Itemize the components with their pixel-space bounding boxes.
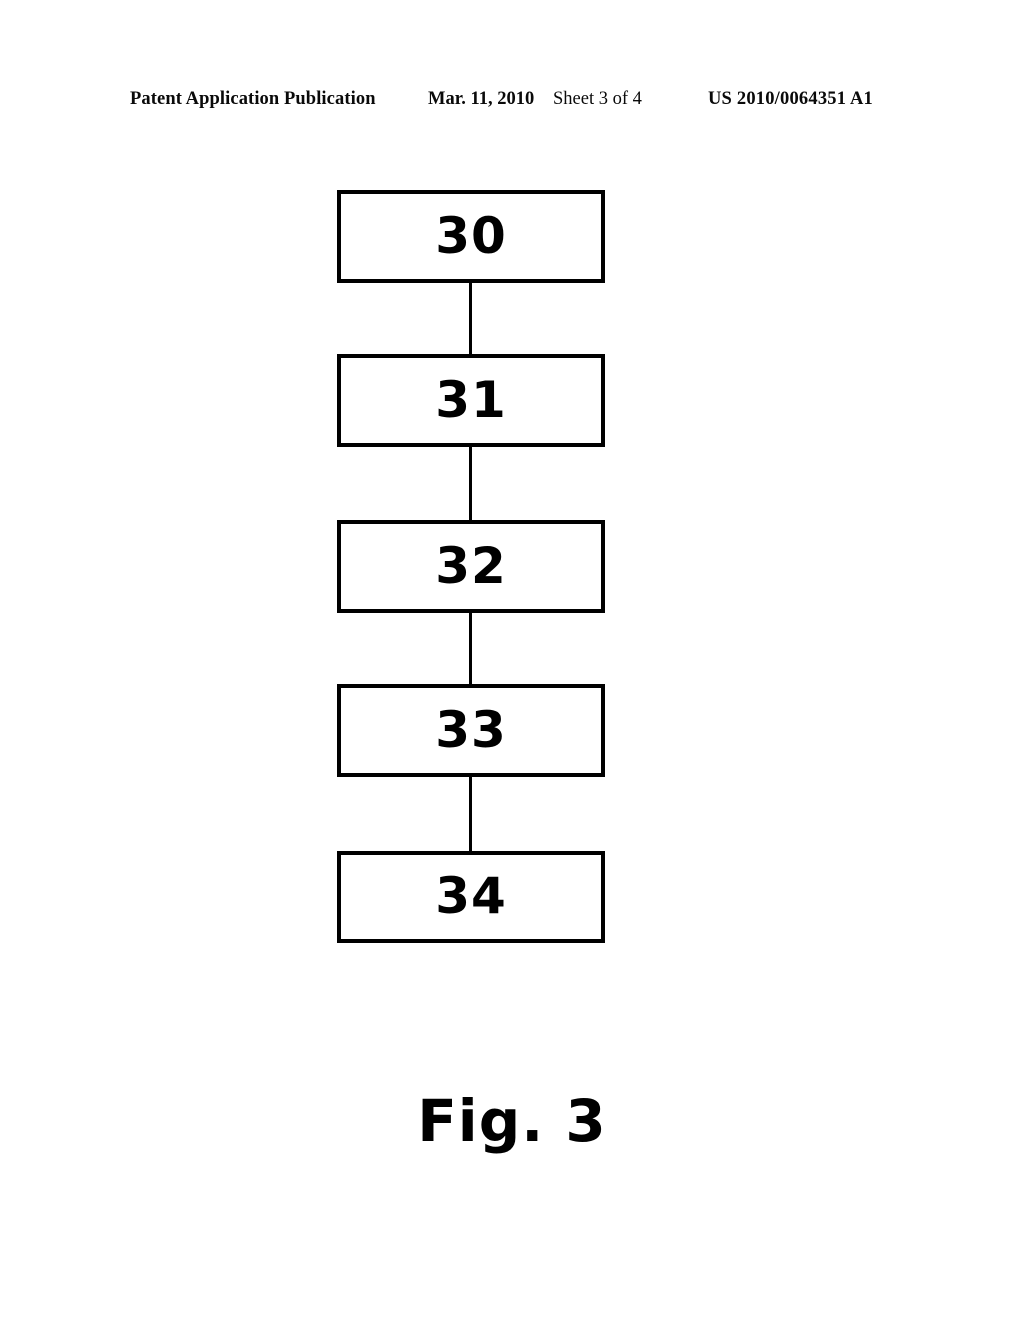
- flow-box-label: 30: [435, 206, 507, 265]
- figure-caption: Fig. 3: [0, 1090, 1024, 1152]
- flow-box-34: 34: [337, 851, 605, 943]
- flow-box-label: 34: [435, 867, 507, 925]
- flow-box-label: 31: [435, 370, 507, 429]
- flow-box-31: 31: [337, 354, 605, 447]
- flow-box-30: 30: [337, 190, 605, 283]
- connector-33-34: [469, 777, 472, 851]
- figure-caption-text: Fig. 3: [417, 1087, 607, 1155]
- connector-31-32: [469, 447, 472, 520]
- flow-box-32: 32: [337, 520, 605, 613]
- flow-box-label: 33: [435, 700, 507, 759]
- flow-box-33: 33: [337, 684, 605, 777]
- connector-32-33: [469, 613, 472, 684]
- flow-box-label: 32: [435, 536, 507, 595]
- figure-3-flowchart: 30 31 32 33 34 Fig. 3: [0, 0, 1024, 1320]
- connector-30-31: [469, 283, 472, 354]
